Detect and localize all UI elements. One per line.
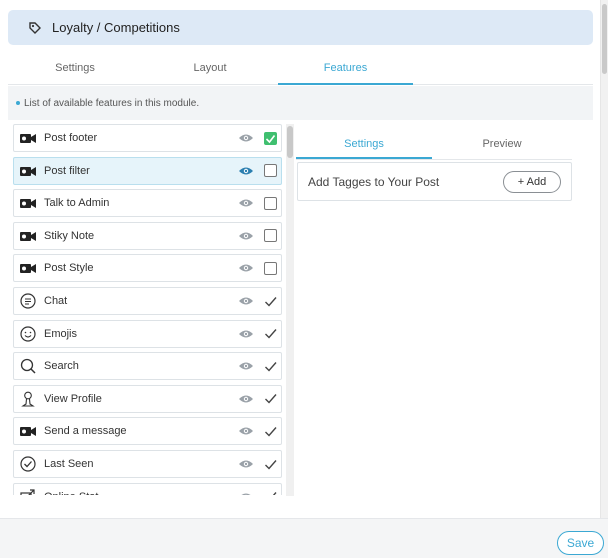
chat-bubble-icon xyxy=(19,292,37,310)
checkmark-icon[interactable] xyxy=(264,360,277,373)
enable-checkbox[interactable] xyxy=(264,196,277,210)
module-header: Loyalty / Competitions xyxy=(8,10,593,45)
enable-checkbox[interactable] xyxy=(264,261,277,275)
tags-label: Add Tagges to Your Post xyxy=(308,174,440,189)
video-camera-icon xyxy=(19,162,37,180)
feature-label: Online Stat xyxy=(44,491,238,495)
feature-list: Post footer Post filter Talk to Admin Stiky… xyxy=(8,120,294,495)
checkmark-icon[interactable] xyxy=(264,425,277,438)
info-bullet-icon xyxy=(16,101,20,105)
eye-icon[interactable] xyxy=(238,166,254,176)
feature-item[interactable]: Last Seen xyxy=(13,450,282,478)
feature-label: Send a message xyxy=(44,425,127,438)
feature-label: View Profile xyxy=(44,392,102,405)
video-camera-icon xyxy=(19,129,37,147)
checkmark-icon[interactable] xyxy=(264,295,277,308)
feature-item[interactable]: Stiky Note xyxy=(13,221,282,250)
tab-features[interactable]: Features xyxy=(278,55,413,85)
subtab-preview[interactable]: Preview xyxy=(432,130,572,159)
share-icon xyxy=(19,488,37,495)
checkmark-icon[interactable] xyxy=(264,327,277,340)
eye-icon[interactable] xyxy=(238,492,254,495)
save-button[interactable]: Save xyxy=(557,531,604,555)
page-scrollbar-thumb[interactable] xyxy=(602,4,607,74)
feature-label: Last Seen xyxy=(44,458,94,470)
tab-layout[interactable]: Layout xyxy=(142,55,278,85)
page-title: Loyalty / Competitions xyxy=(52,20,180,35)
feature-item[interactable]: Send a message xyxy=(13,417,282,446)
feature-item[interactable]: View Profile xyxy=(13,384,282,413)
feature-label: Talk to Admin xyxy=(44,197,110,210)
main-tabs: Settings Layout Features xyxy=(8,55,593,85)
eye-icon[interactable] xyxy=(238,198,254,208)
enable-checkbox[interactable] xyxy=(264,229,277,243)
eye-icon[interactable] xyxy=(238,231,254,241)
enable-checkbox[interactable] xyxy=(264,131,277,145)
checkmark-icon[interactable] xyxy=(264,392,277,405)
tag-icon xyxy=(28,21,42,35)
feature-item[interactable]: Online Stat xyxy=(13,482,282,495)
feature-item[interactable]: Talk to Admin xyxy=(13,189,282,218)
tab-settings[interactable]: Settings xyxy=(8,55,142,85)
feature-item[interactable]: Post filter xyxy=(13,156,282,185)
feature-item[interactable]: Emojis xyxy=(13,319,282,348)
eye-icon[interactable] xyxy=(238,459,254,469)
feature-subtabs: Settings Preview xyxy=(296,130,572,160)
feature-label: Post footer xyxy=(44,132,98,144)
eye-icon[interactable] xyxy=(238,329,254,339)
subtab-settings[interactable]: Settings xyxy=(296,130,432,159)
info-text: List of available features in this modul… xyxy=(24,97,200,109)
feature-label: Post filter xyxy=(44,164,90,177)
feature-list-scrollbar[interactable] xyxy=(286,124,294,496)
info-bar: List of available features in this modul… xyxy=(8,86,593,120)
eye-icon[interactable] xyxy=(238,426,254,436)
feature-item[interactable]: Chat xyxy=(13,287,282,315)
feature-label: Chat xyxy=(44,295,68,307)
video-camera-icon xyxy=(19,194,37,212)
feature-label: Emojis xyxy=(44,327,78,340)
feature-label: Post Style xyxy=(44,262,94,275)
scrollbar-thumb[interactable] xyxy=(287,126,293,158)
eye-icon[interactable] xyxy=(238,361,254,371)
feature-label: Search xyxy=(44,360,79,373)
page-scrollbar[interactable] xyxy=(600,0,608,518)
footer-bar: Save xyxy=(0,518,608,558)
video-camera-icon xyxy=(19,227,37,245)
feature-item[interactable]: Post Style xyxy=(13,254,282,283)
tags-setting-row: Add Tagges to Your Post + Add xyxy=(297,162,572,201)
subtabs-divider xyxy=(296,159,572,160)
feature-item[interactable]: Post footer xyxy=(13,124,282,152)
video-camera-icon xyxy=(19,422,37,440)
search-icon xyxy=(19,357,37,375)
add-tag-button[interactable]: + Add xyxy=(503,170,561,193)
eye-icon[interactable] xyxy=(238,394,254,404)
enable-checkbox[interactable] xyxy=(264,164,277,178)
eye-icon[interactable] xyxy=(238,133,254,143)
feature-label: Stiky Note xyxy=(44,229,95,242)
checkmark-icon[interactable] xyxy=(264,490,277,495)
eye-icon[interactable] xyxy=(238,296,254,306)
eye-icon[interactable] xyxy=(238,263,254,273)
smiley-icon xyxy=(19,325,37,343)
feature-item[interactable]: Search xyxy=(13,352,282,381)
checkmark-icon[interactable] xyxy=(264,458,277,471)
video-camera-icon xyxy=(19,259,37,277)
profile-icon xyxy=(19,390,37,408)
check-circle-icon xyxy=(19,455,37,473)
